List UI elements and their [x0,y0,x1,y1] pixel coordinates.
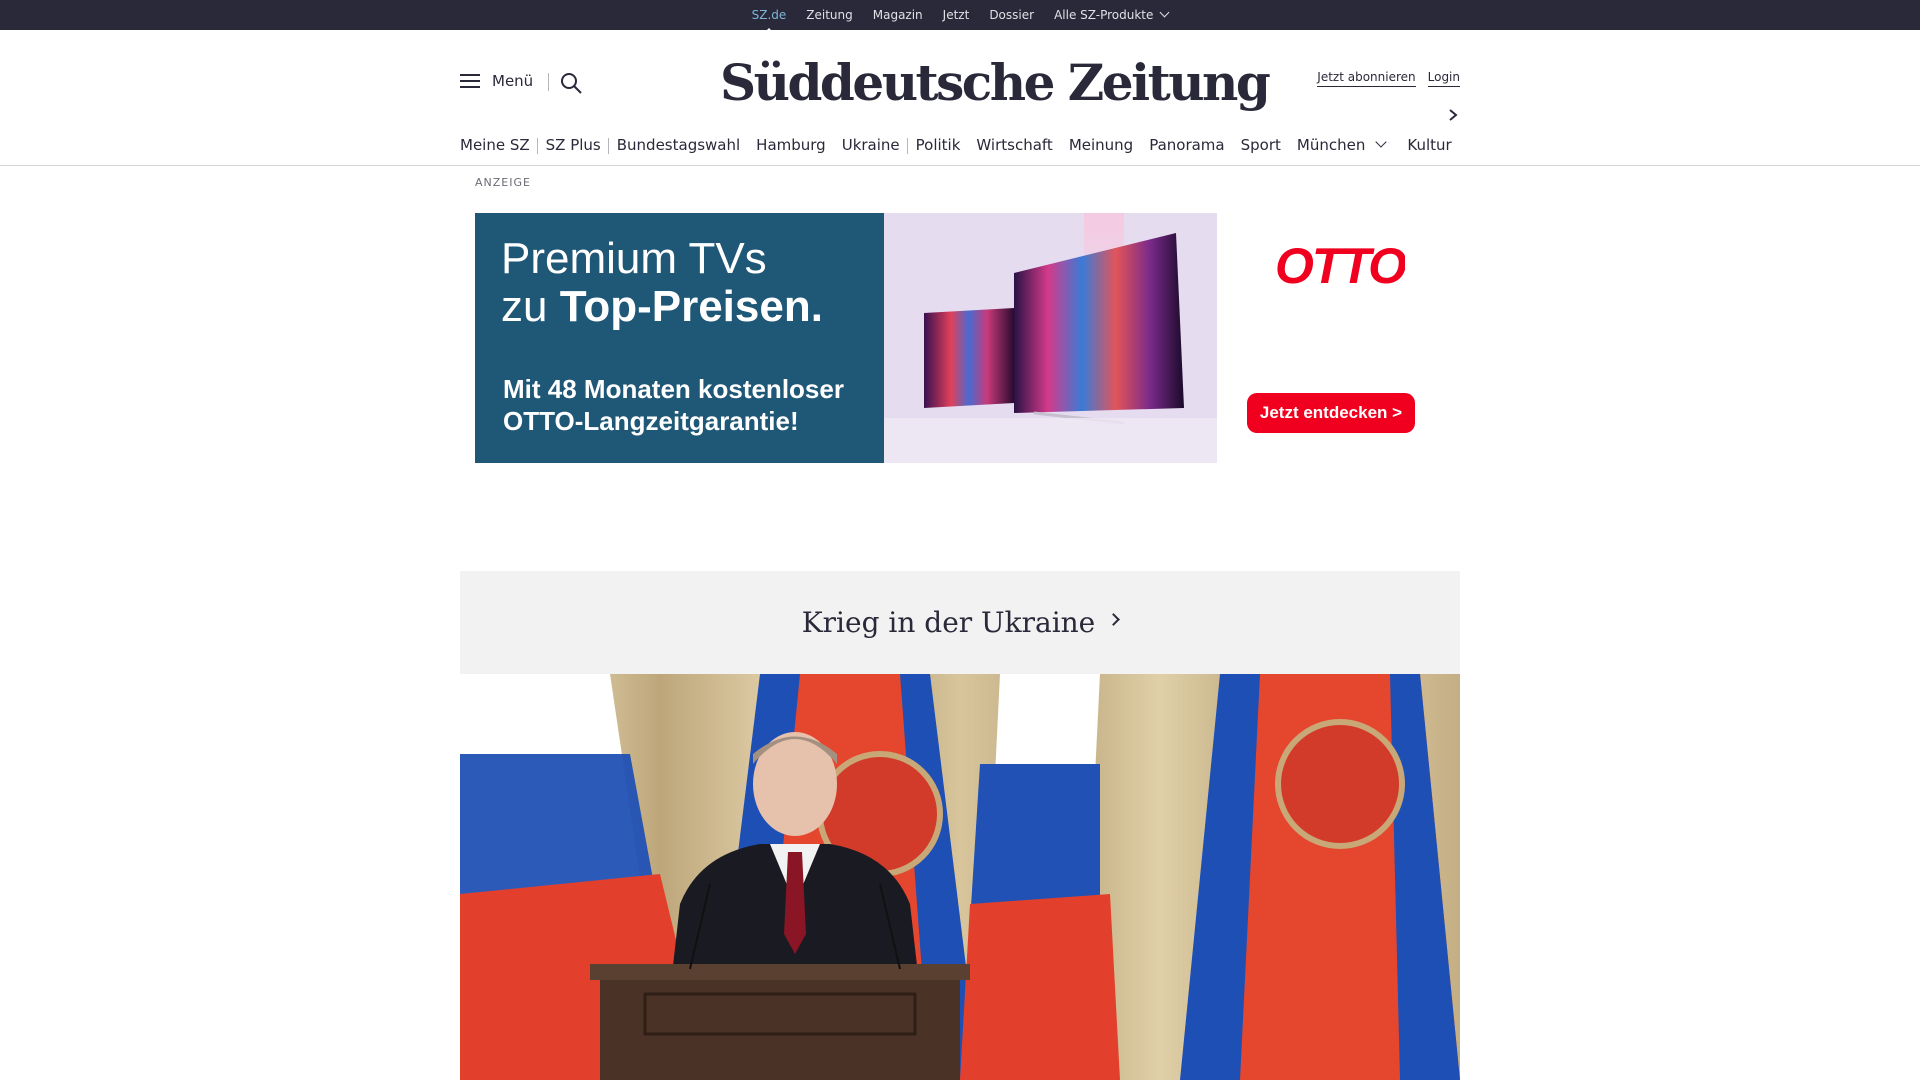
nav-item-kultur[interactable]: Kultur [1399,136,1459,154]
otto-logo: OTTO [1275,239,1405,291]
ad-tv-image [884,213,1217,463]
top-link-alle-sz-produkte[interactable]: Alle SZ-Produkte [1054,7,1170,22]
search-icon[interactable] [560,72,582,94]
nav-item-muenchen-label: München [1296,136,1366,154]
nav-item-meine-sz[interactable]: Meine SZ [460,136,538,154]
menu-divider [548,73,549,91]
ad-banner[interactable]: Premium TVs zu Top-Preisen. Mit 48 Monat… [475,213,1445,463]
ad-subline: Mit 48 Monaten kostenloser OTTO-Langzeit… [503,374,844,436]
ad-text-panel: Premium TVs zu Top-Preisen. Mit 48 Monat… [475,213,884,463]
hero-image[interactable] [460,674,1460,1080]
svg-text:OTTO: OTTO [1275,239,1405,291]
ad-brand-panel: OTTO Jetzt entdecken > [1217,213,1445,463]
site-logo[interactable]: Süddeutsche Zeitung [720,48,1271,118]
nav-item-bundestagswahl[interactable]: Bundestagswahl [609,136,748,154]
ad-headline-line2: zu Top-Preisen. [501,283,823,331]
nav-item-wirtschaft[interactable]: Wirtschaft [968,136,1060,154]
hamburger-icon [460,74,480,88]
top-link-zeitung[interactable]: Zeitung [806,8,852,22]
chevron-right-icon[interactable] [1446,108,1460,122]
chevron-right-icon [1107,613,1121,626]
login-link[interactable]: Login [1427,70,1460,87]
nav-item-hamburg[interactable]: Hamburg [748,136,834,154]
top-link-dossier[interactable]: Dossier [989,8,1034,22]
header-account-links: Jetzt abonnieren Login [1317,70,1460,87]
menu-label: Menü [492,72,534,90]
chevron-down-icon [1375,136,1388,148]
ad-headline-prefix: zu [501,282,560,331]
top-link-sz-de[interactable]: SZ.de [752,8,786,34]
subscribe-link[interactable]: Jetzt abonnieren [1317,70,1416,87]
nav-item-sport[interactable]: Sport [1233,136,1289,154]
nav-item-ukraine[interactable]: Ukraine [834,136,908,154]
ad-headline-line1: Premium TVs [501,234,767,283]
nav-item-politik[interactable]: Politik [908,136,969,154]
chevron-down-icon [1159,7,1170,18]
top-bar: SZ.de Zeitung Magazin Jetzt Dossier Alle… [0,0,1920,34]
ad-label: ANZEIGE [475,176,531,189]
dossier-title[interactable]: Krieg in der Ukraine [802,606,1096,639]
ad-headline-bold: Top-Preisen. [559,282,823,331]
dossier-teaser[interactable]: Krieg in der Ukraine [460,571,1460,674]
nav-item-meinung[interactable]: Meinung [1061,136,1141,154]
site-header: Menü Süddeutsche Zeitung Jetzt abonniere… [0,30,1920,166]
ad-cta-button[interactable]: Jetzt entdecken > [1247,393,1415,433]
top-bar-links: SZ.de Zeitung Magazin Jetzt Dossier Alle… [0,0,1920,34]
nav-item-sz-plus[interactable]: SZ Plus [538,136,609,154]
nav-item-panorama[interactable]: Panorama [1141,136,1232,154]
top-link-jetzt[interactable]: Jetzt [943,8,970,22]
nav-item-muenchen[interactable]: München [1289,136,1393,154]
menu-button[interactable]: Menü [460,72,533,90]
main-navigation: Meine SZ SZ Plus Bundestagswahl Hamburg … [460,130,1460,160]
top-link-magazin[interactable]: Magazin [873,8,923,22]
top-link-alle-sz-produkte-label: Alle SZ-Produkte [1054,8,1154,22]
